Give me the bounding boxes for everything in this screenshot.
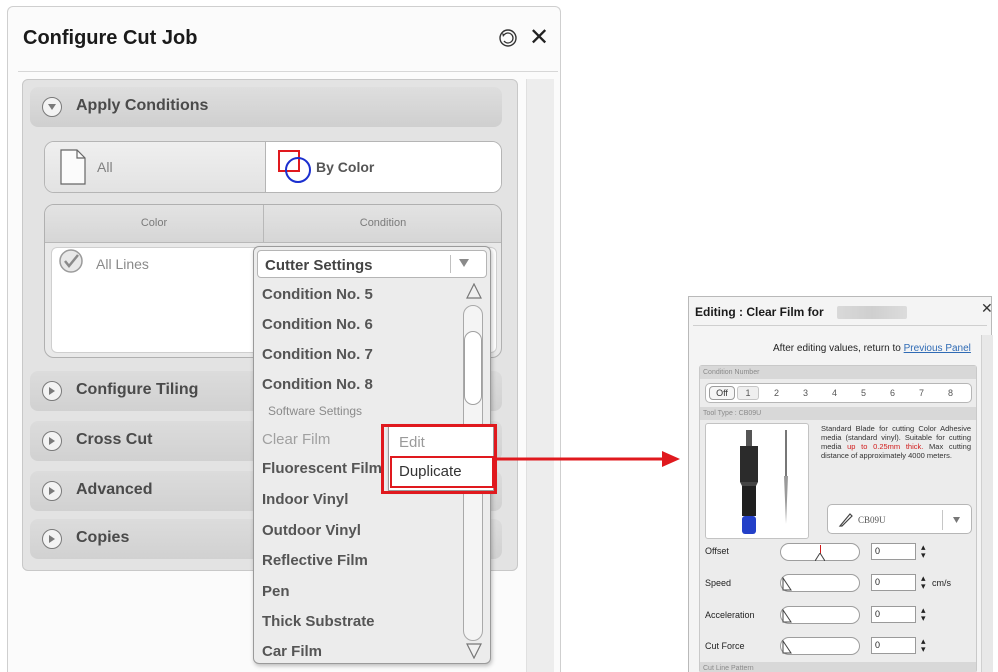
slider-handle-icon[interactable]: [815, 553, 825, 561]
tool-selected-value: CB09U: [858, 515, 886, 525]
expand-icon: [42, 481, 62, 501]
editing-dialog: Editing : Clear Film for ✕ After editing…: [688, 296, 993, 672]
section-label: Cross Cut: [76, 431, 153, 448]
param-label-offset: Offset: [705, 546, 729, 556]
redacted-name: [837, 306, 907, 319]
condition-5[interactable]: 5: [861, 388, 866, 398]
apply-mode-selector: All By Color: [44, 141, 502, 193]
speed-unit: cm/s: [932, 578, 951, 588]
section-apply-conditions[interactable]: Apply Conditions: [30, 87, 502, 127]
tool-select[interactable]: CB09U: [827, 504, 972, 534]
section-label: Apply Conditions: [76, 97, 209, 114]
param-label-acceleration: Acceleration: [705, 610, 755, 620]
condition-number-selector: Off 1 2 3 4 5 6 7 8: [705, 383, 972, 403]
speed-slider[interactable]: [780, 574, 860, 592]
speed-stepper[interactable]: ▴ ▾: [921, 575, 926, 592]
tool-type-label: Tool Type : CB09U: [700, 407, 976, 420]
dropdown-item[interactable]: Thick Substrate: [262, 613, 375, 630]
cut-force-stepper[interactable]: ▴ ▾: [921, 638, 926, 655]
arrow-icon: [494, 451, 680, 467]
condition-editor: Condition Number Off 1 2 3 4 5 6 7 8 Too…: [699, 365, 977, 672]
condition-3[interactable]: 3: [803, 388, 808, 398]
dropdown-item[interactable]: Indoor Vinyl: [262, 491, 348, 508]
slider-handle-icon[interactable]: [782, 609, 792, 623]
slider-handle-icon[interactable]: [782, 640, 792, 654]
dropdown-item[interactable]: Condition No. 7: [262, 346, 373, 363]
header-color: Color: [140, 217, 168, 229]
by-color-label: By Color: [316, 159, 375, 175]
by-color-icon: [278, 150, 311, 183]
panel-scrollbar[interactable]: [526, 79, 554, 672]
blade-icon: [838, 513, 853, 527]
condition-off[interactable]: Off: [709, 386, 735, 400]
condition-number-label: Condition Number: [700, 366, 976, 379]
dropdown-item[interactable]: Condition No. 6: [262, 316, 373, 333]
condition-2[interactable]: 2: [774, 388, 779, 398]
by-color-button[interactable]: By Color: [266, 142, 501, 192]
section-label: Copies: [76, 529, 130, 546]
dropdown-arrow-icon: [953, 517, 960, 523]
section-label: Configure Tiling: [76, 381, 199, 398]
dropdown-item[interactable]: Car Film: [262, 643, 322, 660]
offset-stepper[interactable]: ▴ ▾: [921, 544, 926, 561]
check-icon[interactable]: [58, 248, 84, 274]
close-icon[interactable]: ✕: [526, 24, 552, 50]
dropdown-arrow-icon: [459, 259, 469, 267]
condition-select[interactable]: Cutter Settings: [257, 250, 487, 278]
acceleration-stepper[interactable]: ▴ ▾: [921, 607, 926, 624]
title-divider: [18, 71, 558, 72]
dropdown-item[interactable]: Outdoor Vinyl: [262, 522, 361, 539]
return-note: After editing values, return to Previous…: [773, 343, 971, 354]
expand-icon: [42, 431, 62, 451]
collapse-icon: [42, 97, 62, 117]
dropdown-item[interactable]: Fluorescent Film: [262, 460, 382, 477]
scroll-thumb[interactable]: [464, 331, 482, 405]
condition-1[interactable]: 1: [737, 386, 759, 400]
dropdown-item[interactable]: Condition No. 8: [262, 376, 373, 393]
offset-slider[interactable]: [780, 543, 860, 561]
dialog-title: Editing : Clear Film for: [695, 305, 824, 319]
condition-selected-value: Cutter Settings: [265, 257, 373, 274]
param-label-speed: Speed: [705, 578, 732, 588]
apply-all-button[interactable]: All: [45, 142, 266, 192]
table-header: Color Condition: [45, 205, 501, 243]
condition-4[interactable]: 4: [832, 388, 837, 398]
blade-holder-icon: [740, 430, 788, 534]
dropdown-item[interactable]: Reflective Film: [262, 552, 368, 569]
dropdown-item[interactable]: Pen: [262, 583, 290, 600]
cut-force-input[interactable]: 0: [871, 637, 916, 654]
document-icon: [60, 149, 86, 185]
apply-all-label: All: [97, 159, 113, 175]
row-color-label: All Lines: [96, 256, 149, 272]
reset-icon[interactable]: [497, 27, 519, 49]
panel-title: Configure Cut Job: [23, 27, 198, 49]
previous-panel-link[interactable]: Previous Panel: [904, 343, 971, 354]
dropdown-item-clear-film[interactable]: Clear Film: [262, 431, 330, 448]
expand-icon: [42, 529, 62, 549]
duplicate-highlight: [390, 456, 494, 488]
header-condition: Condition: [359, 217, 407, 229]
scroll-down-icon[interactable]: [466, 643, 482, 659]
section-label: Advanced: [76, 481, 153, 498]
condition-7[interactable]: 7: [919, 388, 924, 398]
condition-8[interactable]: 8: [948, 388, 953, 398]
expand-icon: [42, 381, 62, 401]
cut-force-slider[interactable]: [780, 637, 860, 655]
tool-description: Standard Blade for cutting Color Adhesiv…: [821, 424, 971, 460]
dropdown-item[interactable]: Condition No. 5: [262, 286, 373, 303]
cut-line-pattern-label: Cut Line Pattern: [700, 662, 976, 672]
blade-image: [705, 423, 809, 539]
scroll-up-icon[interactable]: [466, 283, 482, 299]
dialog-scrollbar[interactable]: [981, 335, 993, 672]
acceleration-slider[interactable]: [780, 606, 860, 624]
acceleration-input[interactable]: 0: [871, 606, 916, 623]
slider-handle-icon[interactable]: [782, 577, 792, 591]
dropdown-group-label: Software Settings: [268, 404, 363, 418]
offset-input[interactable]: 0: [871, 543, 916, 560]
close-icon[interactable]: ✕: [981, 301, 993, 317]
speed-input[interactable]: 0: [871, 574, 916, 591]
param-label-cut-force: Cut Force: [705, 641, 745, 651]
condition-6[interactable]: 6: [890, 388, 895, 398]
